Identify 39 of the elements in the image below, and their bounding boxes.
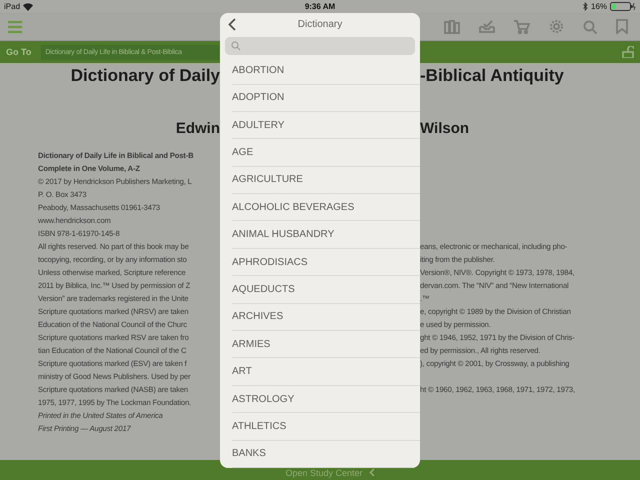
dictionary-entry[interactable]: ASTROLOGY xyxy=(232,386,420,414)
dictionary-entry[interactable]: ADOPTION xyxy=(232,84,420,112)
bookmark-icon[interactable] xyxy=(616,19,628,34)
unlock-icon[interactable] xyxy=(622,46,634,58)
battery-icon xyxy=(610,2,636,11)
dictionary-entry[interactable]: ABORTION xyxy=(232,57,420,85)
tray-check-icon[interactable] xyxy=(479,20,495,34)
dictionary-entry[interactable]: ART xyxy=(232,358,420,386)
dictionary-entry[interactable]: ARCHIVES xyxy=(232,304,420,332)
go-to-label: Go To xyxy=(6,47,32,57)
author-name: Wilson xyxy=(420,120,470,137)
wifi-icon xyxy=(23,2,34,10)
back-icon[interactable] xyxy=(228,18,236,31)
settings-icon[interactable] xyxy=(549,19,564,34)
popover-title: Dictionary xyxy=(298,18,342,30)
dictionary-entry[interactable]: ADULTERY xyxy=(232,112,420,140)
dictionary-entry[interactable]: ALCOHOLIC BEVERAGES xyxy=(232,194,420,222)
bluetooth-icon xyxy=(583,2,588,11)
dictionary-entry[interactable]: APHRODISIACS xyxy=(232,248,420,276)
dictionary-entry[interactable]: AGRICULTURE xyxy=(232,166,420,194)
dictionary-entry[interactable]: BANKS xyxy=(232,440,420,468)
menu-icon[interactable] xyxy=(8,20,22,32)
status-time: 9:36 AM xyxy=(304,2,336,11)
battery-percentage: 16% xyxy=(591,2,608,11)
dictionary-entry[interactable]: AQUEDUCTS xyxy=(232,276,420,304)
dictionary-entry[interactable]: AGE xyxy=(232,139,420,167)
search-icon[interactable] xyxy=(583,20,597,34)
search-icon xyxy=(231,41,241,52)
dictionary-entry[interactable]: ANIMAL HUSBANDRY xyxy=(232,221,420,249)
cart-icon[interactable] xyxy=(514,20,530,34)
author-name: Edwin xyxy=(174,120,220,137)
device-name: iPad xyxy=(4,2,20,11)
dictionary-entry[interactable]: ARMIES xyxy=(232,331,420,358)
chevron-left-icon[interactable] xyxy=(368,468,375,477)
books-icon[interactable] xyxy=(444,20,460,34)
book-title: Dictionary of Daily xyxy=(70,66,220,86)
book-title: -Biblical Antiquity xyxy=(420,66,565,86)
search-field[interactable] xyxy=(225,37,415,56)
dictionary-entry[interactable]: ATHLETICS xyxy=(232,413,420,441)
